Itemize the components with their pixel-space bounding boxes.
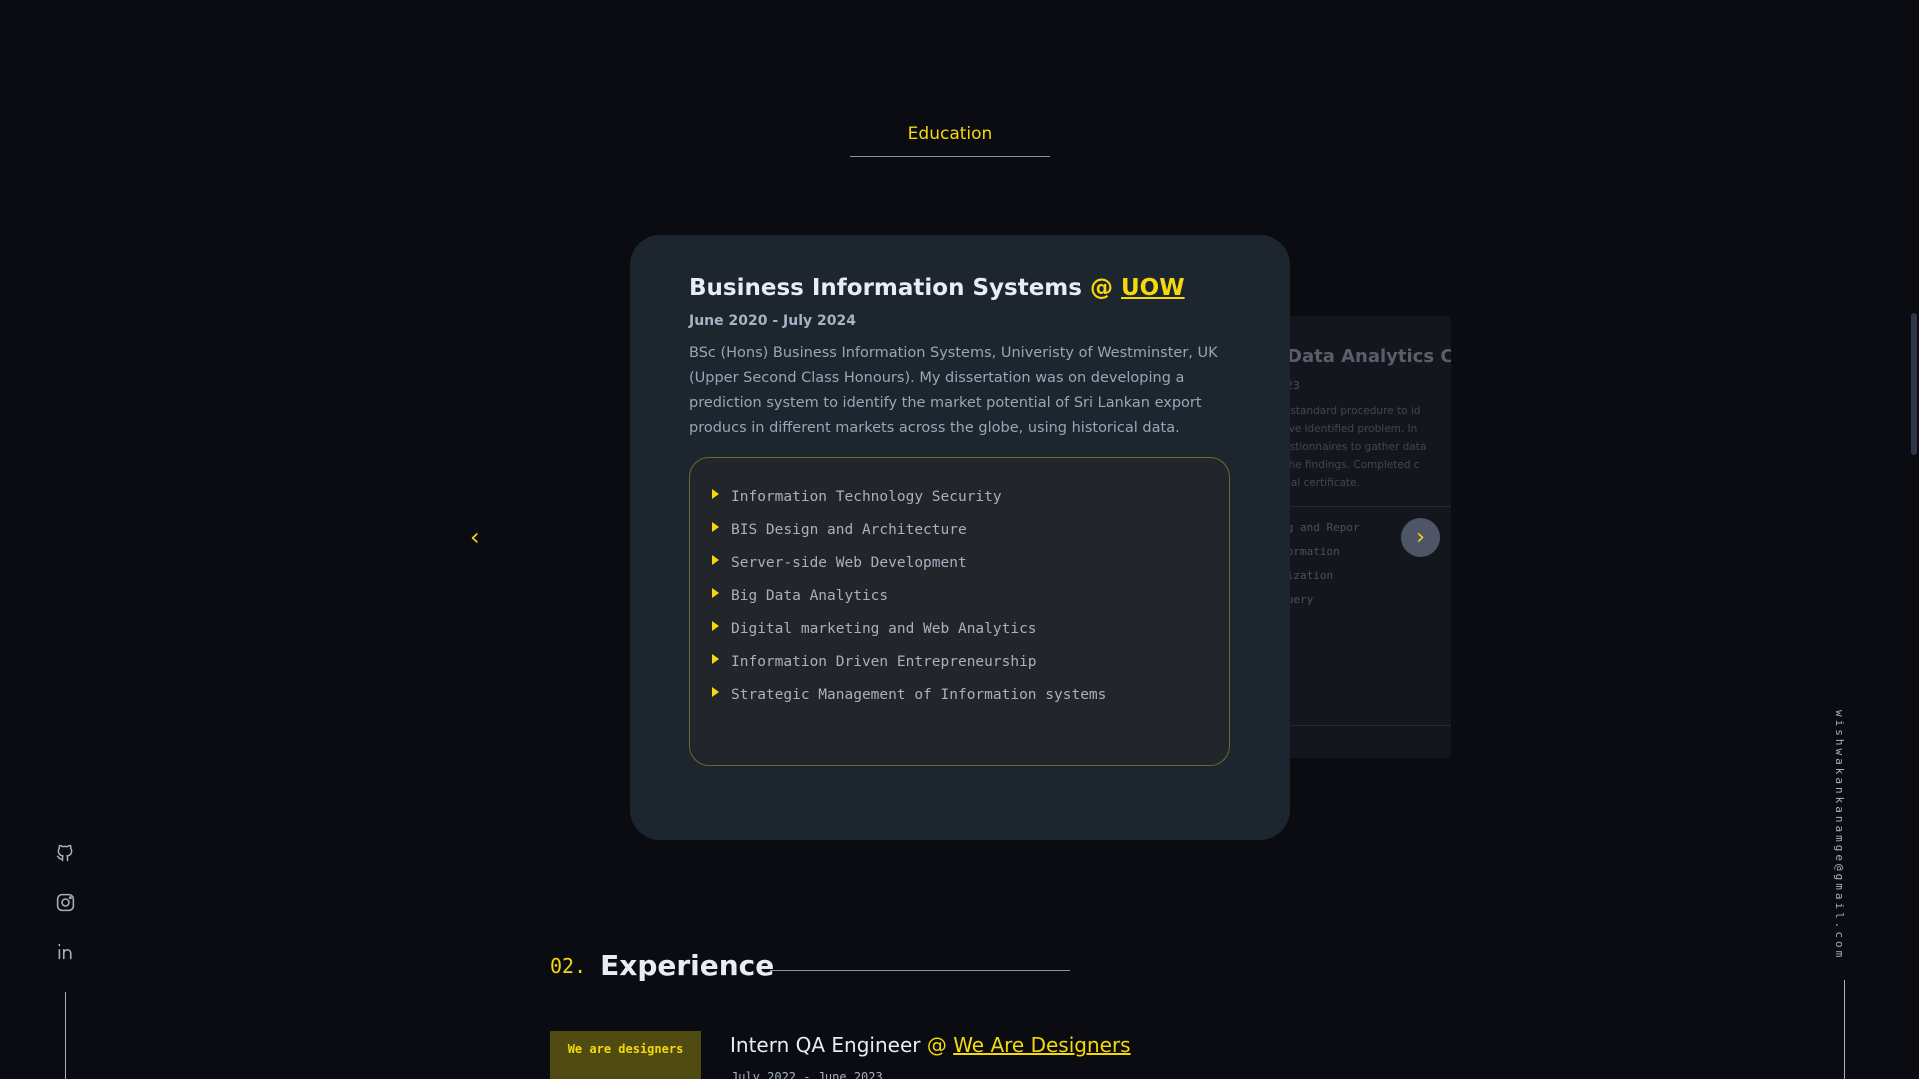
card-title: Business Information Systems @ UOW <box>689 275 1238 301</box>
education-card: Business Information Systems @ UOW June … <box>630 235 1290 840</box>
email-link[interactable]: wishwakankanamge@gmail.com <box>1833 710 1846 960</box>
section-number: 02. <box>550 953 587 978</box>
card-date: June 2020 - July 2024 <box>689 313 856 329</box>
modules-list: Information Technology Security BIS Desi… <box>712 480 1229 711</box>
right-vertical-line <box>1844 980 1845 1079</box>
job-date: July 2022 - June 2023 <box>731 1070 883 1079</box>
carousel-next-button[interactable]: › <box>1401 518 1440 557</box>
social-links <box>52 840 78 987</box>
list-item: BIS Design and Architecture <box>712 513 1229 546</box>
chevron-right-icon: › <box>1416 525 1425 550</box>
job-title: Intern QA Engineer @ We Are Designers <box>730 1033 1131 1057</box>
github-icon <box>56 844 73 862</box>
company-logo: We are designers <box>550 1031 701 1079</box>
list-item: Big Data Analytics <box>712 579 1229 612</box>
at-symbol: @ <box>1089 275 1113 301</box>
triangle-bullet-icon <box>712 653 719 664</box>
triangle-bullet-icon <box>712 620 719 631</box>
experience-heading: 02. Experience <box>550 949 774 982</box>
list-item: Information Driven Entrepreneurship <box>712 645 1229 678</box>
tab-education[interactable]: Education <box>850 124 1050 157</box>
triangle-bullet-icon <box>712 587 719 598</box>
instagram-icon <box>56 893 74 911</box>
list-item: Information Technology Security <box>712 480 1229 513</box>
card-description: BSc (Hons) Business Information Systems,… <box>689 345 1218 436</box>
section-title: Experience <box>600 949 775 982</box>
triangle-bullet-icon <box>712 554 719 565</box>
triangle-bullet-icon <box>712 686 719 697</box>
instagram-link[interactable] <box>52 889 78 915</box>
chevron-left-icon: ‹ <box>470 523 480 551</box>
github-link[interactable] <box>52 840 78 866</box>
list-item: Digital marketing and Web Analytics <box>712 612 1229 645</box>
degree-title: Business Information Systems <box>689 275 1082 301</box>
linkedin-icon <box>58 943 72 959</box>
left-vertical-line <box>65 992 66 1079</box>
list-item: Strategic Management of Information syst… <box>712 678 1229 711</box>
institution-link[interactable]: UOW <box>1121 275 1185 301</box>
scrollbar-thumb[interactable] <box>1911 313 1917 455</box>
list-item: Server-side Web Development <box>712 546 1229 579</box>
carousel-prev-button[interactable]: ‹ <box>470 522 480 552</box>
section-divider <box>770 970 1070 971</box>
triangle-bullet-icon <box>712 521 719 532</box>
triangle-bullet-icon <box>712 488 719 499</box>
modules-box: Information Technology Security BIS Desi… <box>689 457 1230 766</box>
company-link[interactable]: We Are Designers <box>953 1033 1130 1057</box>
linkedin-link[interactable] <box>52 938 78 964</box>
